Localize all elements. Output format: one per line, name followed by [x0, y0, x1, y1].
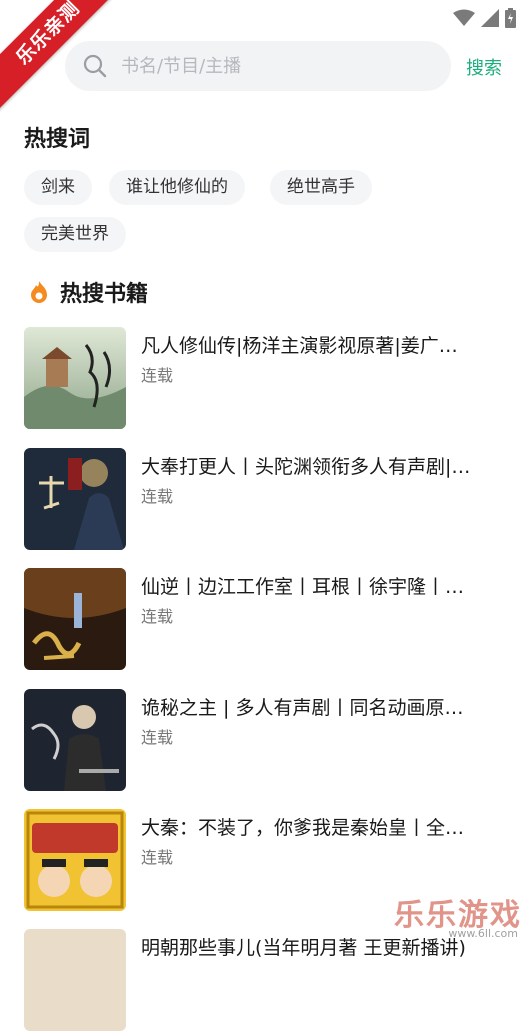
book-cover	[24, 929, 126, 1031]
book-title: 仙逆丨边江工作室丨耳根丨徐宇隆丨…	[141, 576, 465, 598]
hot-word-chip[interactable]: 谁让他修仙的	[109, 170, 245, 205]
book-item[interactable]: 仙逆丨边江工作室丨耳根丨徐宇隆丨… 连载	[24, 568, 504, 671]
signal-icon	[481, 9, 499, 27]
book-item[interactable]: 大奉打更人丨头陀渊领衔多人有声剧|… 连载	[24, 448, 504, 551]
status-icons	[453, 8, 516, 28]
hot-books-header: 热搜书籍	[28, 276, 148, 308]
book-cover	[24, 689, 126, 791]
book-item[interactable]: 凡人修仙传|杨洋主演影视原著|姜广… 连载	[24, 327, 504, 430]
search-button[interactable]: 搜索	[466, 54, 502, 80]
book-cover	[24, 568, 126, 670]
hot-word-chip[interactable]: 剑来	[24, 170, 92, 205]
book-title: 诡秘之主 | 多人有声剧丨同名动画原…	[141, 697, 464, 719]
book-status: 连载	[141, 848, 174, 867]
book-cover	[24, 448, 126, 550]
search-box[interactable]	[65, 41, 451, 91]
book-cover	[24, 809, 126, 911]
watermark-url: www.6ll.com	[448, 927, 518, 940]
flame-icon	[31, 281, 47, 303]
book-status: 连载	[141, 607, 174, 626]
book-status: 连载	[141, 366, 174, 385]
wifi-icon	[453, 9, 475, 26]
hot-word-chip[interactable]: 绝世高手	[270, 170, 372, 205]
book-item[interactable]: 诡秘之主 | 多人有声剧丨同名动画原… 连载	[24, 689, 504, 792]
battery-icon	[505, 8, 516, 28]
hot-words-title: 热搜词	[24, 127, 91, 152]
book-status: 连载	[141, 728, 174, 747]
book-title: 大奉打更人丨头陀渊领衔多人有声剧|…	[141, 456, 471, 478]
book-title: 明朝那些事儿(当年明月著 王更新播讲)	[141, 937, 466, 959]
book-status: 连载	[141, 487, 174, 506]
book-cover	[24, 327, 126, 429]
search-icon	[83, 54, 107, 78]
search-input[interactable]	[119, 54, 423, 78]
hot-word-chip[interactable]: 完美世界	[24, 217, 126, 252]
book-title: 大秦：不装了，你爹我是秦始皇丨全…	[141, 817, 465, 839]
book-item[interactable]: 明朝那些事儿(当年明月著 王更新播讲)	[24, 929, 504, 1032]
book-title: 凡人修仙传|杨洋主演影视原著|姜广…	[141, 335, 458, 357]
hot-books-title: 热搜书籍	[60, 282, 149, 307]
